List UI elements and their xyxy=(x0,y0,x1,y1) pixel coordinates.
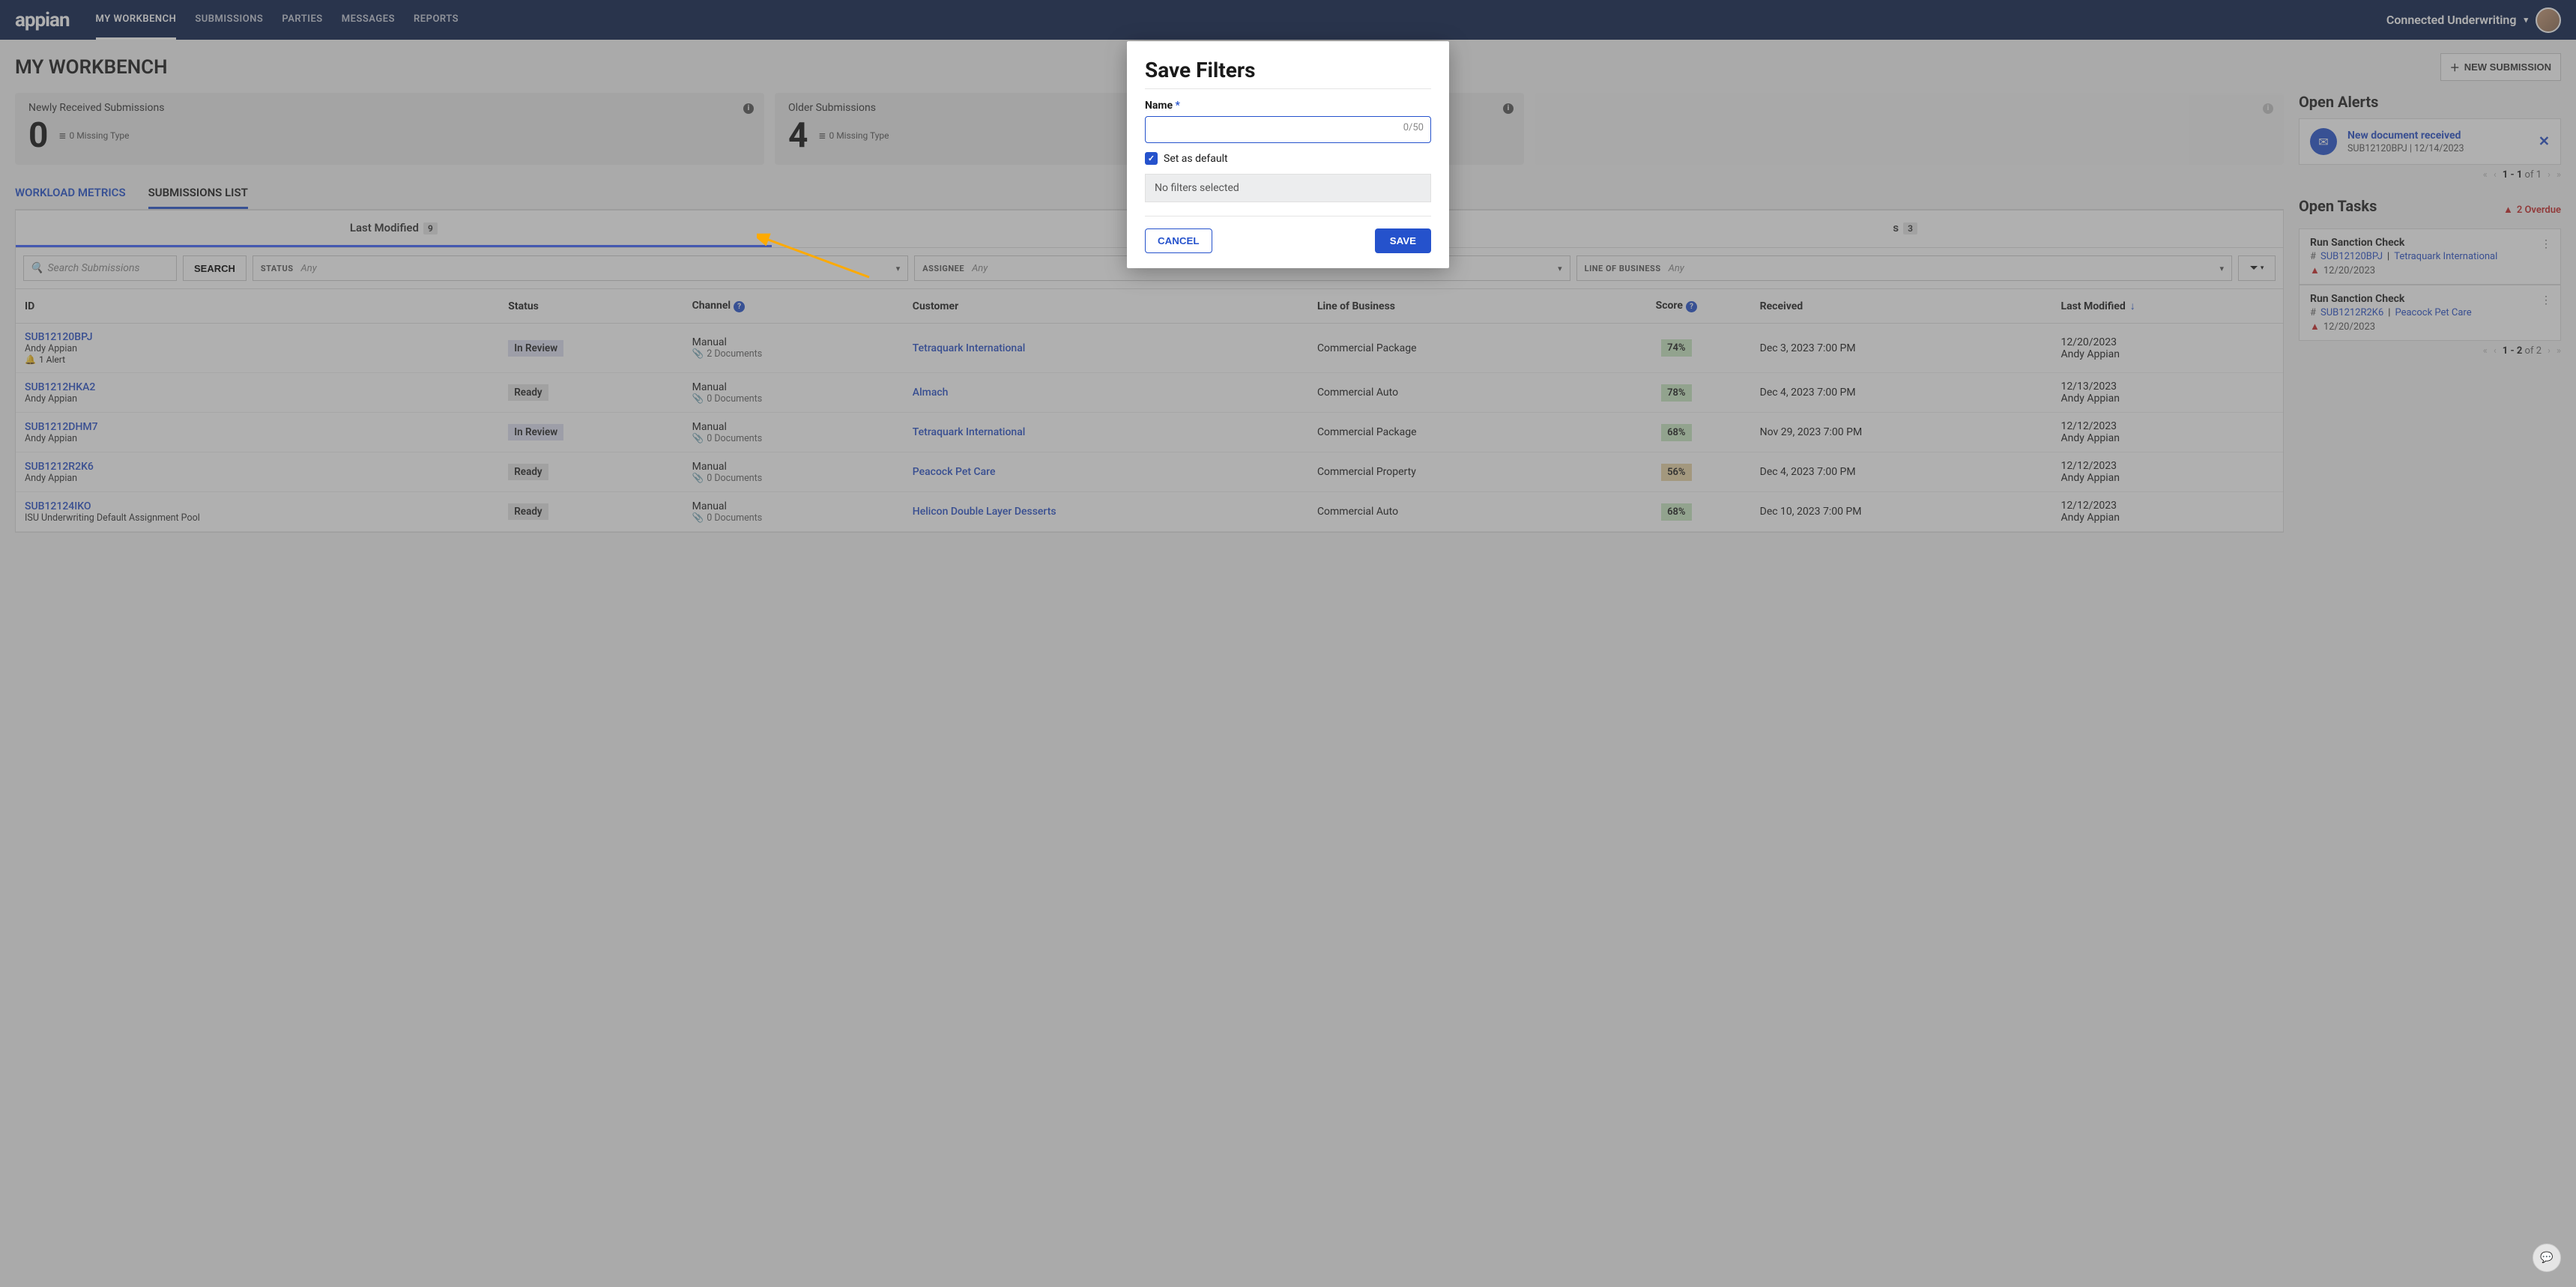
set-default-row[interactable]: ✓ Set as default xyxy=(1145,152,1431,165)
checkbox-checked-icon[interactable]: ✓ xyxy=(1145,152,1158,165)
feedback-button[interactable]: 💬 xyxy=(2533,1244,2561,1272)
required-mark: * xyxy=(1176,100,1180,112)
cancel-button[interactable]: CANCEL xyxy=(1145,228,1212,253)
name-input[interactable] xyxy=(1145,116,1431,143)
modal-scrim[interactable]: Save Filters Name * 0/50 ✓ Set as defaul… xyxy=(0,0,2576,1287)
selected-filters-box: No filters selected xyxy=(1145,174,1431,202)
char-count: 0/50 xyxy=(1403,122,1424,133)
chat-icon: 💬 xyxy=(2540,1252,2553,1264)
save-filters-modal: Save Filters Name * 0/50 ✓ Set as defaul… xyxy=(1127,41,1449,268)
set-default-label: Set as default xyxy=(1164,153,1228,165)
name-label: Name * xyxy=(1145,100,1431,112)
save-button[interactable]: SAVE xyxy=(1375,228,1431,253)
modal-title: Save Filters xyxy=(1145,58,1431,82)
